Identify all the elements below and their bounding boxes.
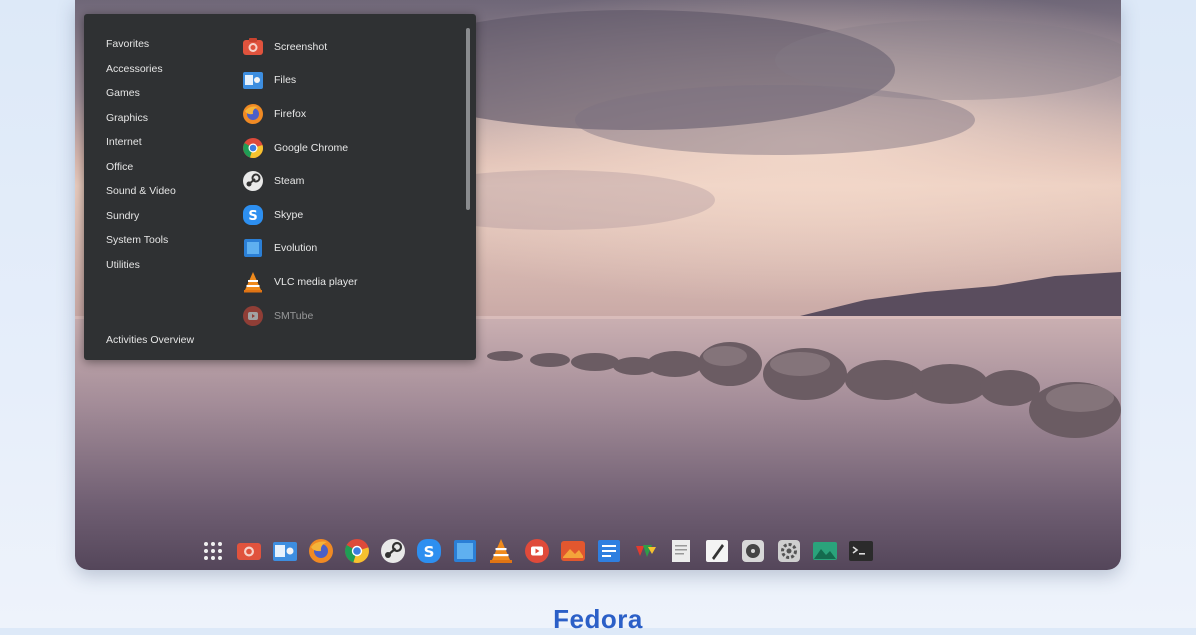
- activities-overview-link[interactable]: Activities Overview: [106, 334, 194, 346]
- app-item-smtube[interactable]: SMTube: [242, 299, 452, 333]
- app-label: VLC media player: [274, 275, 358, 288]
- screenshot-icon[interactable]: [236, 538, 262, 564]
- skype-icon: S: [243, 204, 263, 225]
- category-list: Favorites Accessories Games Graphics Int…: [106, 32, 226, 277]
- smtube-icon[interactable]: [524, 538, 550, 564]
- steam-icon[interactable]: [380, 538, 406, 564]
- category-utilities[interactable]: Utilities: [106, 253, 226, 278]
- chrome-icon[interactable]: [344, 538, 370, 564]
- category-system-tools[interactable]: System Tools: [106, 228, 226, 253]
- files-icon: [243, 72, 263, 90]
- color-app-icon[interactable]: [632, 538, 658, 564]
- category-office[interactable]: Office: [106, 155, 226, 180]
- app-label: SMTube: [274, 309, 314, 322]
- category-games[interactable]: Games: [106, 81, 226, 106]
- application-menu: Favorites Accessories Games Graphics Int…: [84, 14, 476, 360]
- app-item-skype[interactable]: S Skype: [242, 198, 452, 232]
- document-app-icon[interactable]: [668, 538, 694, 564]
- vlc-icon[interactable]: [488, 538, 514, 564]
- terminal-icon[interactable]: [848, 538, 874, 564]
- app-item-vlc[interactable]: VLC media player: [242, 265, 452, 299]
- disk-utility-icon[interactable]: [740, 538, 766, 564]
- svg-text:S: S: [424, 543, 435, 561]
- photo-app-icon[interactable]: [560, 538, 586, 564]
- category-accessories[interactable]: Accessories: [106, 57, 226, 82]
- app-label: Firefox: [274, 107, 307, 120]
- text-editor-icon[interactable]: [704, 538, 730, 564]
- firefox-icon[interactable]: [308, 538, 334, 564]
- app-item-evolution[interactable]: Evolution: [242, 232, 452, 266]
- app-item-firefox[interactable]: Firefox: [242, 97, 452, 131]
- firefox-icon: [243, 103, 263, 124]
- category-graphics[interactable]: Graphics: [106, 106, 226, 131]
- evolution-icon[interactable]: [452, 538, 478, 564]
- app-item-screenshot[interactable]: Screenshot: [242, 30, 452, 64]
- app-item-google-chrome[interactable]: Google Chrome: [242, 131, 452, 165]
- category-internet[interactable]: Internet: [106, 130, 226, 155]
- chrome-icon: [243, 137, 263, 158]
- caption-title: Fedora: [553, 604, 643, 634]
- category-sundry[interactable]: Sundry: [106, 204, 226, 229]
- app-label: Google Chrome: [274, 141, 349, 154]
- steam-icon: [243, 171, 263, 192]
- apps-grid-icon[interactable]: [200, 538, 226, 564]
- files-icon[interactable]: [272, 538, 298, 564]
- skype-icon[interactable]: S: [416, 538, 442, 564]
- category-sound-video[interactable]: Sound & Video: [106, 179, 226, 204]
- evolution-icon: [244, 239, 262, 258]
- app-label: Files: [274, 74, 297, 87]
- app-item-files[interactable]: Files: [242, 64, 452, 98]
- app-label: Screenshot: [274, 40, 328, 53]
- notes-app-icon[interactable]: [596, 538, 622, 564]
- svg-text:S: S: [248, 209, 257, 224]
- app-item-steam[interactable]: Steam: [242, 164, 452, 198]
- smtube-icon: [243, 305, 263, 326]
- category-favorites[interactable]: Favorites: [106, 32, 226, 57]
- image-viewer-icon[interactable]: [812, 538, 838, 564]
- app-label: Evolution: [274, 242, 318, 255]
- settings-icon[interactable]: [776, 538, 802, 564]
- app-label: Skype: [274, 208, 304, 221]
- app-label: Steam: [274, 175, 305, 188]
- app-list: Screenshot Files Firefox Google Chrome S…: [242, 30, 452, 332]
- menu-scrollbar[interactable]: [466, 28, 470, 210]
- vlc-icon: [244, 271, 262, 293]
- dock: S: [200, 534, 874, 568]
- screenshot-icon: [243, 37, 263, 55]
